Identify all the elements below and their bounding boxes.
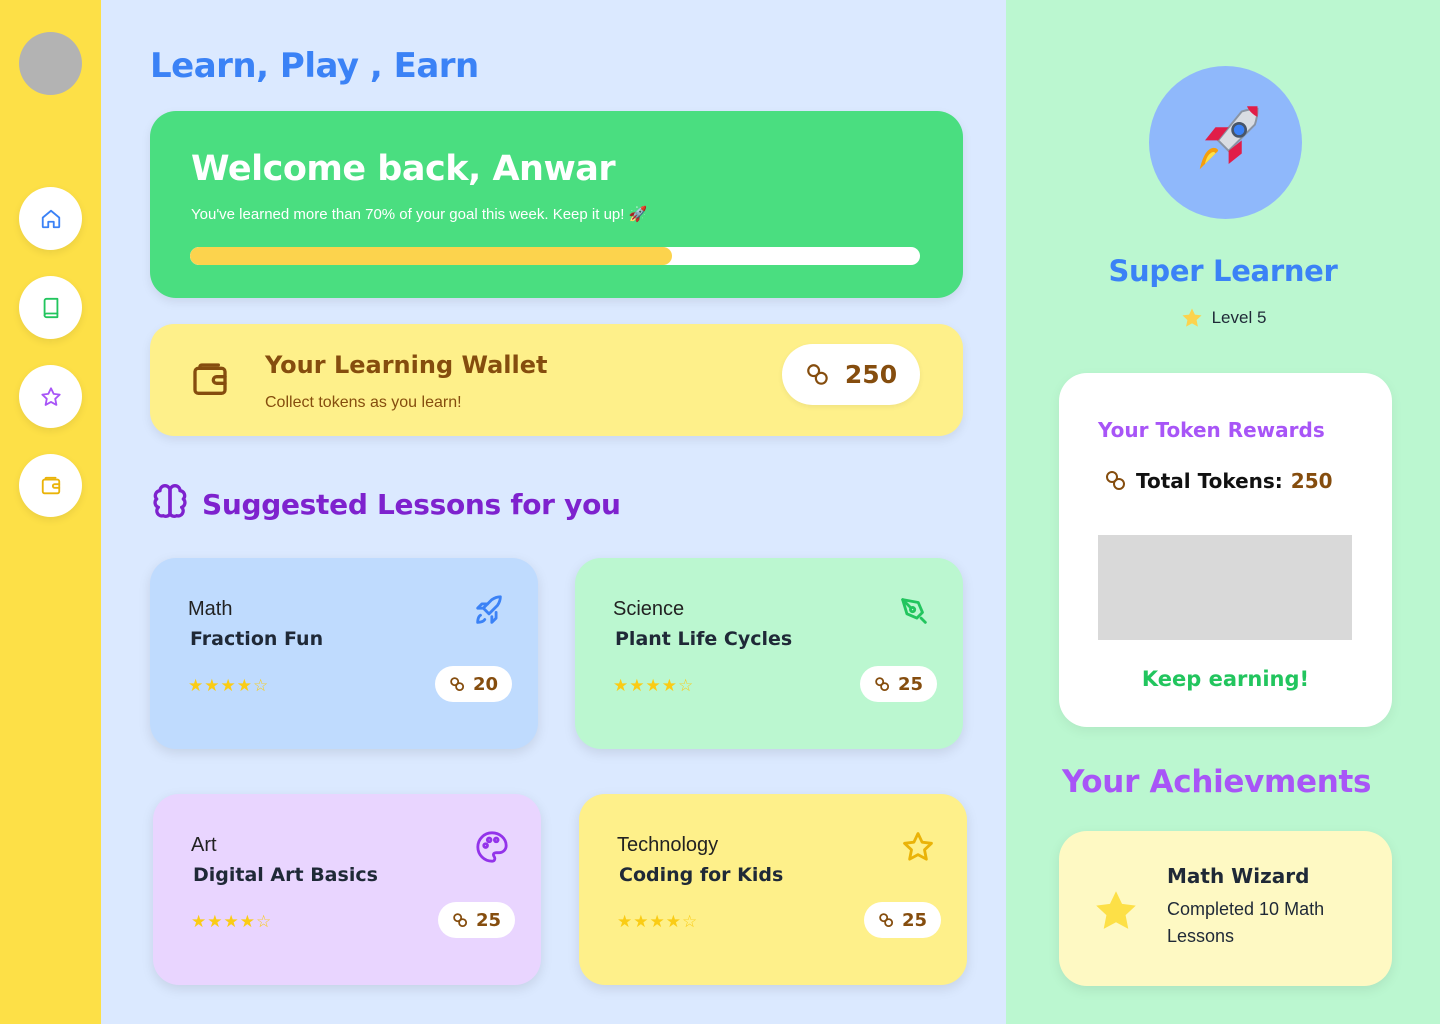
main-content: Learn, Play , Earn Welcome back, Anwar Y… [101,0,1006,1024]
coins-icon [879,912,894,927]
wallet-token-count[interactable]: 250 [782,344,920,405]
lesson-token-badge: 20 [435,666,512,702]
palette-icon [476,831,508,863]
lesson-token-value: 25 [897,673,924,695]
star-icon [1096,891,1136,929]
profile-panel: Super Learner Level 5 Your Token Rewards… [1006,0,1440,1024]
achievement-title: Math Wizard [1167,864,1310,888]
wallet-title: Your Learning Wallet [265,351,548,379]
lesson-title: Fraction Fun [190,628,324,650]
total-tokens-label: Total Tokens: [1136,469,1283,493]
lesson-title: Digital Art Basics [193,864,378,886]
goal-progress-bar [190,247,920,265]
lesson-card-science[interactable]: Science Plant Life Cycles ★★★★☆ 25 [575,558,963,749]
coins-icon [453,912,468,927]
lesson-subject: Art [191,834,217,856]
coins-icon [807,363,828,385]
lesson-rating: ★★★★☆ [617,912,699,932]
wallet-subtitle: Collect tokens as you learn! [265,394,462,411]
lesson-card-math[interactable]: Math Fraction Fun ★★★★☆ 20 [150,558,538,749]
lesson-token-badge: 25 [438,902,515,938]
lesson-token-value: 25 [901,909,928,931]
total-tokens-value: 250 [1290,469,1333,493]
total-tokens: Total Tokens: 250 [1104,469,1333,493]
welcome-heading: Welcome back, Anwar [191,149,616,189]
page-title: Learn, Play , Earn [150,46,479,86]
lesson-title: Coding for Kids [619,864,784,886]
badge-avatar [1149,66,1302,219]
welcome-message: You've learned more than 70% of your goa… [191,206,648,223]
rewards-footer: Keep earning! [1141,667,1310,691]
lesson-subject: Science [613,598,685,620]
wallet-token-value: 250 [844,360,898,389]
token-rewards-card: Your Token Rewards Total Tokens: 250 Kee… [1059,373,1392,727]
level-indicator: Level 5 [1006,306,1440,330]
brain-icon [153,484,187,518]
badge-name: Super Learner [1108,254,1338,288]
star-icon [1182,308,1202,327]
suggested-lessons-header: Suggested Lessons for you [150,484,621,524]
lesson-rating: ★★★★☆ [613,676,695,696]
star-icon [903,832,933,861]
rewards-title: Your Token Rewards [1098,418,1325,442]
pen-tool-icon [901,598,927,624]
lesson-token-value: 25 [475,909,502,931]
rewards-chart-placeholder [1098,535,1352,640]
lesson-subject: Technology [617,834,719,856]
lesson-token-value: 20 [472,673,499,695]
lesson-subject: Math [188,598,233,620]
coins-icon [1106,471,1125,490]
lesson-token-badge: 25 [860,666,937,702]
lesson-title: Plant Life Cycles [615,628,793,650]
book-icon [43,297,58,318]
lesson-rating: ★★★★☆ [188,676,270,696]
nav-home-button[interactable] [19,187,82,250]
achievement-card[interactable]: Math Wizard Completed 10 Math Lessons [1059,831,1392,986]
lesson-rating: ★★★★☆ [191,912,273,932]
wallet-card: Your Learning Wallet Collect tokens as y… [150,324,963,436]
coins-icon [450,676,465,691]
rocket-icon [476,595,502,624]
achievement-description: Completed 10 Math Lessons [1167,899,1325,946]
rocket-icon [1199,105,1258,169]
nav-star-button[interactable] [19,365,82,428]
lesson-card-technology[interactable]: Technology Coding for Kids ★★★★☆ 25 [579,794,967,985]
suggested-lessons-title: Suggested Lessons for you [202,487,621,521]
achievements-title: Your Achievments [1062,764,1372,800]
avatar[interactable] [19,32,82,95]
star-icon [40,386,61,406]
sidebar [0,0,101,1024]
lesson-card-art[interactable]: Art Digital Art Basics ★★★★☆ 25 [153,794,541,985]
lesson-token-badge: 25 [864,902,941,938]
wallet-icon [41,476,60,494]
welcome-card: Welcome back, Anwar You've learned more … [150,111,963,298]
goal-progress-fill [190,247,672,265]
level-label: Level 5 [1211,308,1267,327]
coins-icon [875,676,890,691]
nav-wallet-button[interactable] [19,454,82,517]
wallet-icon [193,363,227,395]
nav-book-button[interactable] [19,276,82,339]
home-icon [41,209,60,228]
